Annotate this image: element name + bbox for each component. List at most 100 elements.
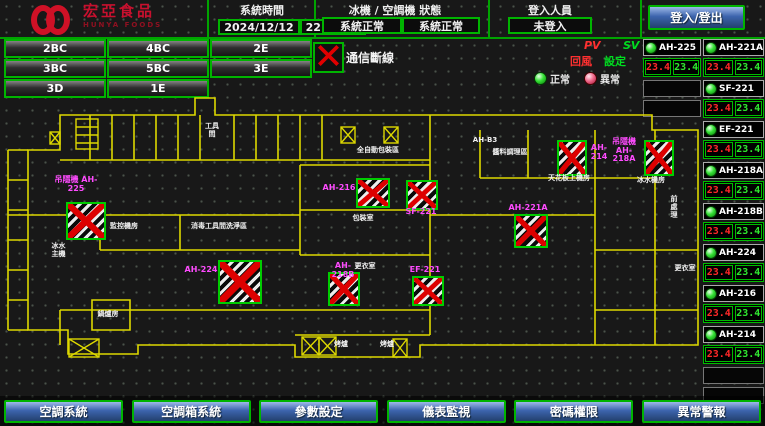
pv-value: 23.4 <box>645 60 671 75</box>
pv-desc-label: 回風 <box>570 53 592 69</box>
ac-status-value: 系統正常 <box>402 17 480 34</box>
ahu-status-AH-216[interactable]: AH-216 <box>703 285 764 302</box>
header-divider <box>488 0 490 37</box>
ahu-tag-EF-221: EF-221 <box>408 266 442 275</box>
ahu-tag-AH-225: 吊隱機 AH-225 <box>54 176 98 193</box>
room-label-sauce-area: 醬料調理區 <box>488 148 532 156</box>
pv-label: PV <box>584 39 601 52</box>
company-logo-icon <box>31 3 77 33</box>
sv-value: 23.4 <box>735 142 763 157</box>
ahu-panel-right-column: AH-221A 23.423.4 SF-221 23.423.4 EF-221 … <box>703 39 764 407</box>
room-label-pretreatment: 前處理 <box>670 190 678 224</box>
ahu-status-AH-221A[interactable]: AH-221A <box>703 39 764 56</box>
ahu-status-SF-221[interactable]: SF-221 <box>703 80 764 97</box>
ahu-values-EF-221: 23.423.4 <box>703 140 764 159</box>
ahu-tag-AH-224: AH-224 <box>184 266 218 275</box>
ahu-unit-box-EF-221[interactable] <box>412 276 444 306</box>
ahu-values-SF-221: 23.423.4 <box>703 99 764 118</box>
ahu-unit-box-AH-214[interactable] <box>557 140 587 176</box>
floor-button-2e[interactable]: 2E <box>210 39 312 58</box>
floor-button-4bc[interactable]: 4BC <box>107 39 209 58</box>
sv-value: 23.4 <box>735 224 763 239</box>
ahu-name: AH-224 <box>719 248 756 258</box>
ahu-name: AH-214 <box>719 330 756 340</box>
floor-button-3bc[interactable]: 3BC <box>4 59 106 78</box>
nav-alarm-button[interactable]: 異常警報 <box>642 400 761 423</box>
ahu-values-AH-218B: 23.423.4 <box>703 222 764 241</box>
ahu-status-AH-214[interactable]: AH-214 <box>703 326 764 343</box>
ahu-values-AH-216: 23.423.4 <box>703 304 764 323</box>
ahu-unit-box-AH-218A[interactable] <box>644 140 674 176</box>
company-logo: 宏亞食品 HUNYA FOODS <box>3 1 205 35</box>
chiller-status-value: 系統正常 <box>322 17 402 34</box>
room-label-tool-room: 工具間 <box>204 122 220 138</box>
ahu-status-AH-218A[interactable]: AH-218A <box>703 162 764 179</box>
pv-value: 23.4 <box>705 347 733 362</box>
ahu-led-icon <box>705 42 717 54</box>
ahu-unit-box-AH-221A[interactable] <box>514 214 548 248</box>
room-label-washing-room: 消毒工具間洗淨區 <box>184 222 254 230</box>
empty-slot <box>703 367 764 384</box>
comm-offline-icon <box>313 42 344 73</box>
ahu-status-AH-225[interactable]: AH-225 <box>643 39 701 56</box>
room-label-ah-b3: AH-B3 <box>470 136 500 144</box>
ahu-tag-AH-221A: AH-221A <box>506 204 550 213</box>
pv-value: 23.4 <box>705 101 733 116</box>
nav-password-permission-button[interactable]: 密碼權限 <box>514 400 633 423</box>
ahu-unit-box-SF-221[interactable] <box>406 180 438 210</box>
ahu-led-icon <box>705 206 717 218</box>
sv-value: 23.4 <box>735 347 763 362</box>
ahu-values-AH-214: 23.423.4 <box>703 345 764 364</box>
ahu-unit-box-AH-225[interactable] <box>66 202 106 240</box>
sv-value: 23.4 <box>735 306 763 321</box>
system-date-value: 2024/12/12 <box>218 19 300 35</box>
sv-value: 23.4 <box>735 60 763 75</box>
ahu-unit-box-AH-216[interactable] <box>356 178 390 208</box>
ahu-tag-AH-218A: 吊隱機 AH-218A <box>606 138 642 164</box>
room-label-boiler-room: 鍋爐房 <box>94 310 122 318</box>
ahu-name: AH-221A <box>719 43 763 53</box>
room-label-chiller-main: 冰水主機 <box>50 242 67 258</box>
ahu-name: SF-221 <box>719 84 754 94</box>
ahu-led-icon <box>705 247 717 259</box>
ahu-status-AH-224[interactable]: AH-224 <box>703 244 764 261</box>
pv-value: 23.4 <box>705 306 733 321</box>
floor-button-grid: 2BC 4BC 2E 3BC 5BC 3E 3D 1E <box>4 39 312 94</box>
ahu-name: AH-218A <box>719 166 763 176</box>
floor-button-5bc[interactable]: 5BC <box>107 59 209 78</box>
login-status-value: 未登入 <box>508 17 592 34</box>
ahu-tag-AH-216: AH-216 <box>322 184 356 193</box>
bottom-nav-bar: 空調系統 空調箱系統 參數設定 儀表監視 密碼權限 異常警報 <box>0 396 765 426</box>
ahu-tag-SF-221: SF-221 <box>404 208 438 217</box>
pv-value: 23.4 <box>705 183 733 198</box>
floor-plan: 吊隱機 AH-225 AH-224 AH-216 SF-221 AH-218B … <box>4 94 704 396</box>
ahu-name: AH-216 <box>719 289 756 299</box>
room-label-changing-room: 更衣室 <box>350 262 380 270</box>
ahu-status-EF-221[interactable]: EF-221 <box>703 121 764 138</box>
nav-ahu-system-button[interactable]: 空調箱系統 <box>132 400 251 423</box>
header-divider <box>640 0 642 37</box>
sv-value: 23.4 <box>673 60 699 75</box>
nav-meter-monitor-button[interactable]: 儀表監視 <box>387 400 506 423</box>
company-name-en: HUNYA FOODS <box>83 18 162 32</box>
login-logout-button[interactable]: 登入/登出 <box>648 5 745 30</box>
ahu-led-icon <box>705 124 717 136</box>
floor-button-2bc[interactable]: 2BC <box>4 39 106 58</box>
pv-value: 23.4 <box>705 224 733 239</box>
ahu-unit-box-AH-224[interactable] <box>218 260 262 304</box>
ahu-status-AH-218B[interactable]: AH-218B <box>703 203 764 220</box>
system-time-label: 系統時間 <box>212 2 312 18</box>
ahu-led-icon <box>645 42 657 54</box>
ahu-led-icon <box>705 288 717 300</box>
machine-status-label: 冰機 / 空調機 狀態 <box>330 2 460 18</box>
nav-parameter-settings-button[interactable]: 參數設定 <box>259 400 378 423</box>
company-name: 宏亞食品 <box>83 4 162 18</box>
room-label-chiller-room: 冰水機房 <box>634 176 668 184</box>
room-label-changing-room-2: 更衣室 <box>672 264 698 272</box>
sv-value: 23.4 <box>735 101 763 116</box>
sv-value: 23.4 <box>735 265 763 280</box>
floor-button-3e[interactable]: 3E <box>210 59 312 78</box>
ahu-name: EF-221 <box>719 125 754 135</box>
room-label-auto-packing: 全自動包裝區 <box>348 146 408 154</box>
nav-ac-system-button[interactable]: 空調系統 <box>4 400 123 423</box>
